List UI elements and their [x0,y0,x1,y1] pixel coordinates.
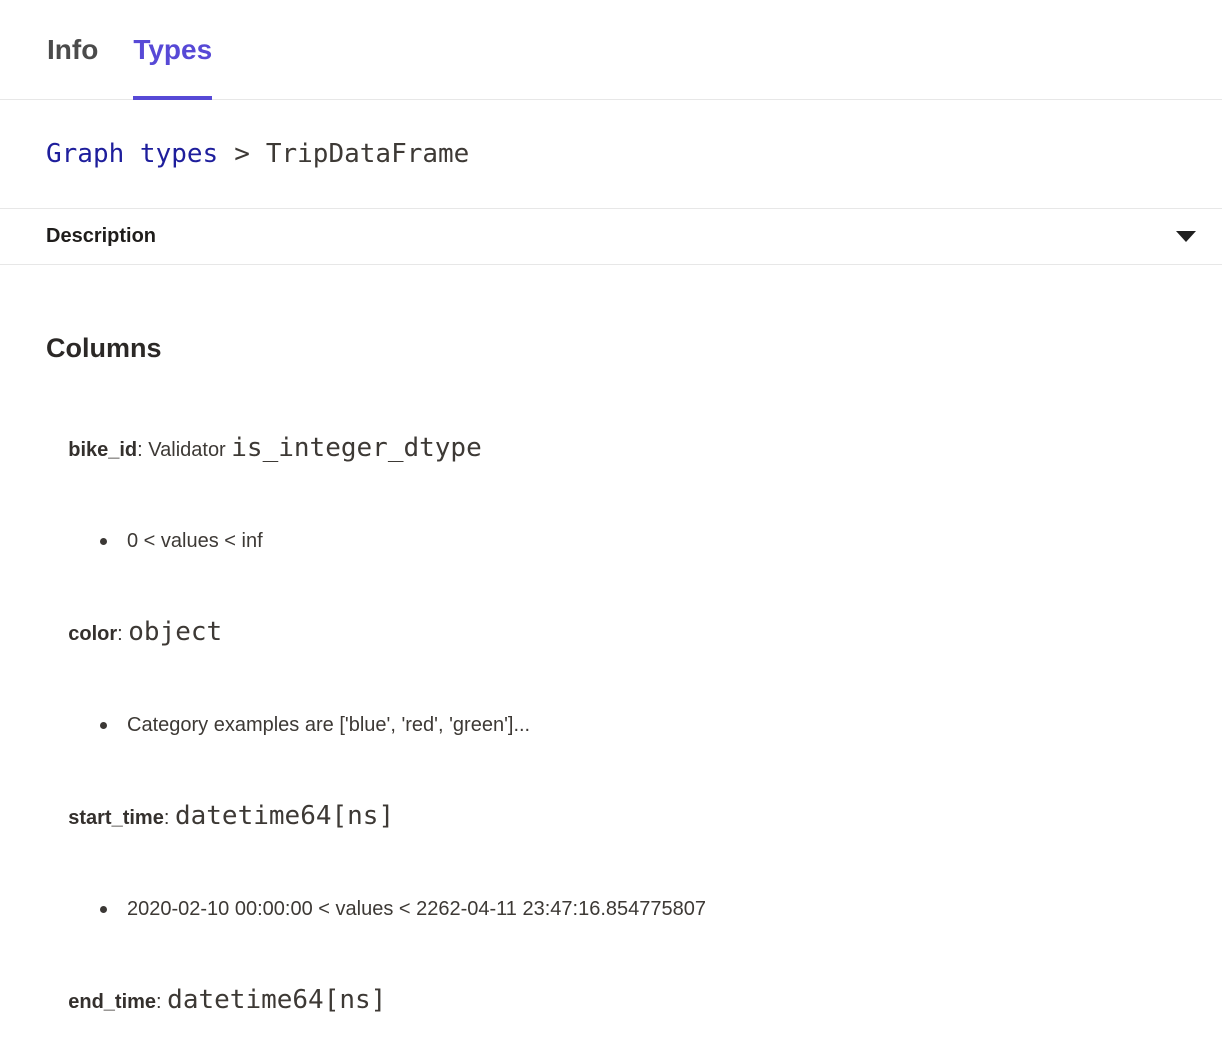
description-section-header[interactable]: Description [0,209,1222,265]
breadcrumb: Graph types > TripDataFrame [0,100,1222,209]
breadcrumb-current-page: TripDataFrame [266,139,470,169]
tab-info[interactable]: Info [47,0,98,99]
column-constraint-color: Category examples are ['blue', 'red', 'g… [46,710,1176,740]
column-separator: : [117,623,128,645]
constraint-text: Category examples are ['blue', 'red', 'g… [127,710,530,740]
columns-heading: Columns [46,331,1176,365]
column-name: start_time [68,807,164,829]
constraint-text: 0 < values < inf [127,526,263,556]
column-name: bike_id [68,439,137,461]
tab-bar: Info Types [0,0,1222,100]
description-label: Description [46,225,156,248]
constraint-text: 2020-02-10 00:00:00 < values < 2262-04-1… [127,894,706,924]
tab-types-label: Types [133,34,212,66]
breadcrumb-separator: > [234,139,250,169]
column-type-code: object [128,617,222,647]
tab-info-label: Info [47,34,98,66]
column-definition-start-time: start_time: datetime64[ns] [46,771,1176,863]
bullet-icon [100,906,107,913]
column-constraint-bike-id: 0 < values < inf [46,526,1176,556]
column-definition-end-time: end_time: datetime64[ns] [46,955,1176,1047]
column-type-code: is_integer_dtype [231,433,481,463]
column-type-code: datetime64[ns] [175,801,394,831]
column-name: color [68,623,117,645]
columns-section: Columns bike_id: Validator is_integer_dt… [0,331,1222,1062]
bullet-icon [100,538,107,545]
column-definition-color: color: object [46,587,1176,679]
column-name: end_time [68,991,156,1013]
column-definition-bike-id: bike_id: Validator is_integer_dtype [46,403,1176,495]
tab-types[interactable]: Types [133,0,212,99]
breadcrumb-link-graph-types[interactable]: Graph types [46,139,218,169]
chevron-down-icon[interactable] [1176,231,1196,242]
bullet-icon [100,722,107,729]
column-separator: : [156,991,167,1013]
column-separator: : [164,807,175,829]
column-type-code: datetime64[ns] [167,985,386,1015]
active-tab-indicator [133,96,212,100]
column-constraint-start-time: 2020-02-10 00:00:00 < values < 2262-04-1… [46,894,1176,924]
column-separator: : Validator [137,439,231,461]
